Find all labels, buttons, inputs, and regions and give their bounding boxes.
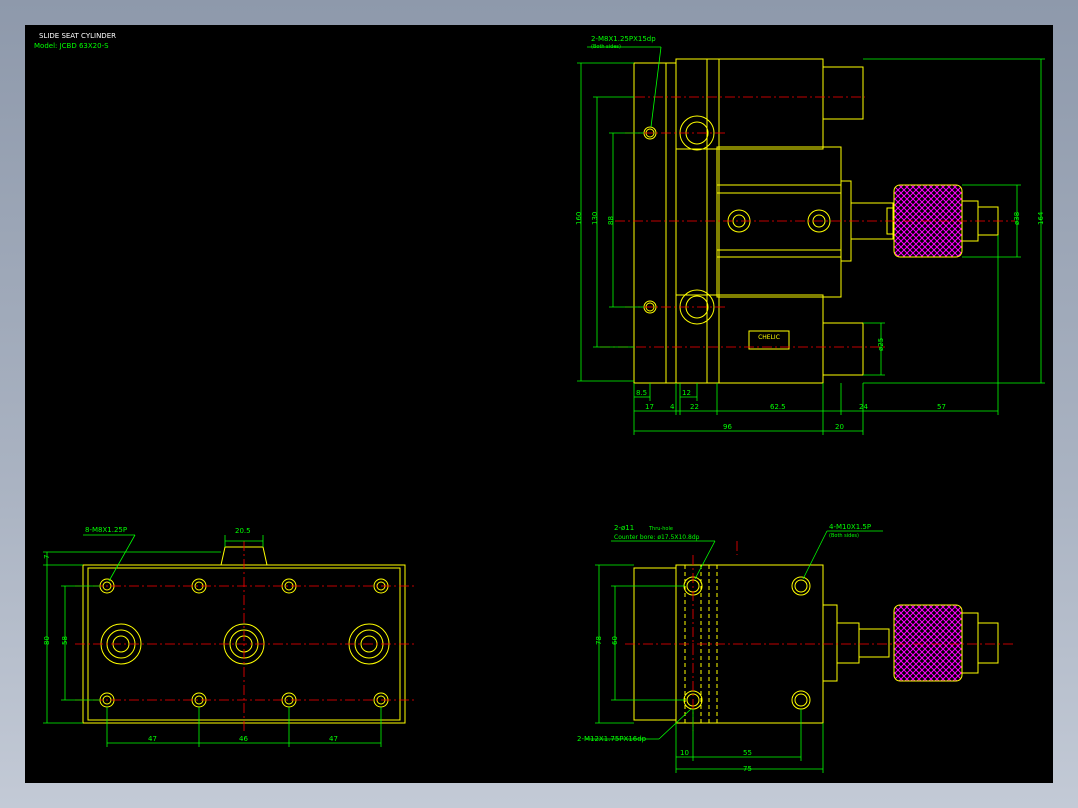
front-hole-note: Thru-hole	[648, 526, 673, 532]
dim-46: 46	[239, 735, 248, 743]
dim-17: 17	[645, 403, 654, 411]
side-thread-note: (Both sides)	[591, 44, 621, 50]
front-view-dim-labels: 2-ø11 Thru-hole Counter bore: ø17.5X10.8…	[577, 523, 871, 773]
dim-24: 24	[859, 403, 868, 411]
dim-130: 130	[591, 212, 599, 225]
dim-47-right: 47	[329, 735, 338, 743]
side-thread-callout: 2-M8X1.25PX15dp	[591, 35, 656, 43]
top-view-dimensions	[43, 534, 382, 747]
top-view-dim-labels: 8-M8X1.25P 20.5 7 80 58 47 46 47	[43, 526, 338, 743]
front-counterbore-callout: Counter bore: ø17.5X10.8dp	[614, 534, 700, 541]
dim-58: 58	[61, 636, 69, 645]
dim-62-5: 62.5	[770, 403, 786, 411]
dim-22: 22	[690, 403, 699, 411]
front-hole-callout: 2-ø11	[614, 524, 634, 532]
dim-57: 57	[937, 403, 946, 411]
top-thread-callout: 8-M8X1.25P	[85, 526, 127, 534]
bottom-left-view: 8-M8X1.25P 20.5 7 80 58 47 46 47	[43, 526, 417, 747]
cad-drawing: SLIDE SEAT CYLINDER Model: JCBD 63X20-S	[34, 32, 1045, 773]
dim-160: 160	[575, 212, 583, 225]
cad-viewport[interactable]: SLIDE SEAT CYLINDER Model: JCBD 63X20-S	[25, 25, 1053, 783]
front-adjuster-knob-icon	[893, 604, 963, 682]
side-view-dim-labels: 2-M8X1.25PX15dp (Both sides) 160 130 88 …	[575, 35, 1045, 431]
dim-55: 55	[743, 749, 752, 757]
bottom-right-view: 2-ø11 Thru-hole Counter bore: ø17.5X10.8…	[577, 523, 1015, 773]
dim-164: 164	[1037, 211, 1045, 225]
front-thread-note: (Both sides)	[829, 533, 859, 539]
top-right-view: CHELIC 2-M8X1.25PX15dp (Both sides) 160 …	[575, 35, 1045, 435]
nameplate-label: CHELIC	[758, 334, 780, 341]
dim-7: 7	[43, 555, 51, 559]
dim-12: 12	[682, 389, 691, 397]
drawing-model: Model: JCBD 63X20-S	[34, 42, 109, 50]
dim-4: 4	[670, 403, 675, 411]
dim-8-5: 8.5	[636, 389, 647, 397]
front-bottom-thread-callout: 2-M12X1.75PX16dp	[577, 735, 647, 743]
front-thread-callout: 4-M10X1.5P	[829, 523, 871, 531]
dim-20-5: 20.5	[235, 527, 251, 535]
dim-60: 60	[611, 636, 619, 645]
title-block: SLIDE SEAT CYLINDER Model: JCBD 63X20-S	[34, 32, 116, 50]
dim-96: 96	[723, 423, 732, 431]
dim-dia-25: ø25	[877, 338, 885, 351]
dim-88: 88	[607, 216, 615, 225]
dim-47-left: 47	[148, 735, 157, 743]
dim-78: 78	[595, 636, 603, 645]
dim-dia-38: ø38	[1013, 212, 1021, 225]
dim-80: 80	[43, 636, 51, 645]
dim-75: 75	[743, 765, 752, 773]
dim-10: 10	[680, 749, 689, 757]
dim-20: 20	[835, 423, 844, 431]
drawing-title: SLIDE SEAT CYLINDER	[39, 32, 116, 40]
